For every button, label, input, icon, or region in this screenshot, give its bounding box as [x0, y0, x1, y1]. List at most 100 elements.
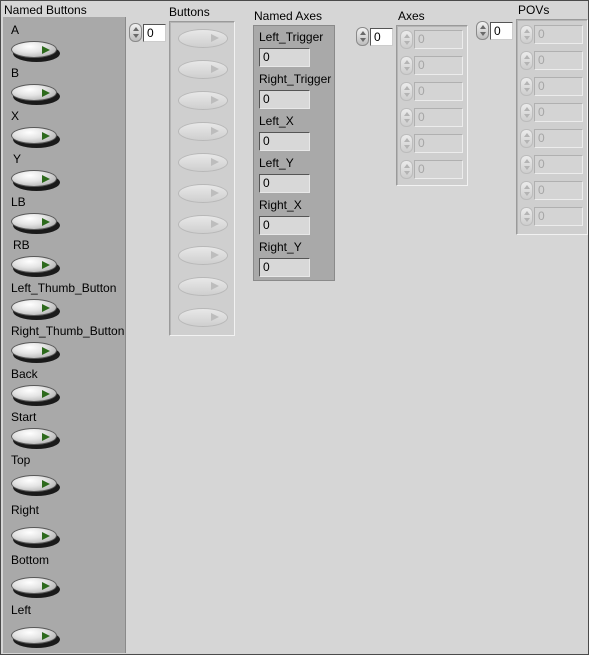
led-indicator-icon — [42, 304, 50, 312]
axis-label: Left_Y — [259, 156, 294, 170]
axes-caption: Axes — [398, 9, 425, 23]
povs-array: 0 0 0 0 0 0 0 0 — [516, 19, 588, 235]
led-indicator-icon — [42, 480, 50, 488]
pov-element: 0 — [520, 76, 584, 97]
axis-element: 0 — [400, 159, 464, 180]
axis-element: 0 — [400, 55, 464, 76]
axis-value-field: 0 — [259, 48, 310, 67]
led-indicator-icon — [42, 347, 50, 355]
button-x[interactable] — [11, 127, 60, 148]
pov-element: 0 — [520, 128, 584, 149]
button-back[interactable] — [11, 385, 60, 406]
axis-label: Left_X — [259, 114, 294, 128]
led-indicator-icon — [211, 34, 219, 42]
button-right[interactable] — [11, 527, 60, 548]
axis-value-field: 0 — [259, 216, 310, 235]
element-spinner — [400, 160, 413, 179]
axis-element: 0 — [400, 81, 464, 102]
button-b[interactable] — [11, 84, 60, 105]
array-button[interactable] — [178, 246, 228, 265]
array-button[interactable] — [178, 91, 228, 110]
decrement-arrow-icon — [133, 34, 139, 38]
pov-element: 0 — [520, 50, 584, 71]
povs-caption: POVs — [518, 3, 550, 17]
index-value[interactable]: 0 — [370, 28, 393, 46]
axis-value-field: 0 — [259, 258, 310, 277]
decrement-arrow-icon — [524, 36, 530, 40]
named-buttons-cluster: A B X Y LB RB Left_Thumb_Button Right_Th… — [3, 17, 126, 653]
increment-arrow-icon — [524, 55, 530, 59]
button-rb[interactable] — [11, 256, 60, 277]
pov-element-value: 0 — [534, 129, 583, 148]
button-a[interactable] — [11, 41, 60, 62]
increment-arrow-icon — [524, 29, 530, 33]
axis-label: Right_Y — [259, 240, 302, 254]
led-indicator-icon — [42, 582, 50, 590]
named-button-label: Start — [11, 410, 37, 424]
index-spinner[interactable] — [476, 21, 489, 40]
named-button-label: RB — [13, 238, 30, 252]
axes-array: 0 0 0 0 0 0 — [396, 25, 468, 186]
axis-value-field: 0 — [259, 90, 310, 109]
pov-element-value: 0 — [534, 181, 583, 200]
decrement-arrow-icon — [404, 171, 410, 175]
decrement-arrow-icon — [360, 38, 366, 42]
array-button[interactable] — [178, 60, 228, 79]
led-indicator-icon — [211, 251, 219, 259]
axis-label: Right_X — [259, 198, 302, 212]
button-left-thumb[interactable] — [11, 299, 60, 320]
index-spinner[interactable] — [356, 27, 369, 46]
index-value[interactable]: 0 — [143, 24, 166, 42]
button-start[interactable] — [11, 428, 60, 449]
decrement-arrow-icon — [404, 93, 410, 97]
axis-element-value: 0 — [414, 108, 463, 127]
array-button[interactable] — [178, 184, 228, 203]
led-indicator-icon — [211, 65, 219, 73]
array-button[interactable] — [178, 122, 228, 141]
axis-element: 0 — [400, 29, 464, 50]
button-y[interactable] — [11, 170, 60, 191]
pov-element-value: 0 — [534, 207, 583, 226]
button-left[interactable] — [11, 627, 60, 648]
pov-element-value: 0 — [534, 77, 583, 96]
led-indicator-icon — [42, 175, 50, 183]
element-spinner — [520, 181, 533, 200]
increment-arrow-icon — [404, 112, 410, 116]
named-button-label: Y — [13, 152, 22, 166]
array-button[interactable] — [178, 215, 228, 234]
axis-element: 0 — [400, 107, 464, 128]
led-indicator-icon — [42, 89, 50, 97]
decrement-arrow-icon — [480, 32, 486, 36]
array-button[interactable] — [178, 29, 228, 48]
decrement-arrow-icon — [524, 140, 530, 144]
increment-arrow-icon — [404, 60, 410, 64]
button-bottom[interactable] — [11, 577, 60, 598]
array-button[interactable] — [178, 308, 228, 327]
led-indicator-icon — [42, 132, 50, 140]
array-button[interactable] — [178, 153, 228, 172]
pov-element: 0 — [520, 154, 584, 175]
array-button[interactable] — [178, 277, 228, 296]
element-spinner — [520, 207, 533, 226]
pov-element: 0 — [520, 180, 584, 201]
element-spinner — [520, 155, 533, 174]
axis-element-value: 0 — [414, 56, 463, 75]
led-indicator-icon — [42, 433, 50, 441]
pov-element-value: 0 — [534, 25, 583, 44]
button-right-thumb[interactable] — [11, 342, 60, 363]
decrement-arrow-icon — [524, 218, 530, 222]
button-top[interactable] — [11, 475, 60, 496]
index-value[interactable]: 0 — [490, 22, 513, 40]
element-spinner — [520, 25, 533, 44]
named-button-label: Right — [11, 503, 40, 517]
increment-arrow-icon — [524, 159, 530, 163]
named-button-label: X — [11, 109, 20, 123]
axis-element-value: 0 — [414, 160, 463, 179]
named-button-label: Right_Thumb_Button — [11, 324, 125, 338]
decrement-arrow-icon — [524, 166, 530, 170]
decrement-arrow-icon — [524, 192, 530, 196]
axis-label: Right_Trigger — [259, 72, 332, 86]
button-lb[interactable] — [11, 213, 60, 234]
element-spinner — [400, 108, 413, 127]
index-spinner[interactable] — [129, 23, 142, 42]
